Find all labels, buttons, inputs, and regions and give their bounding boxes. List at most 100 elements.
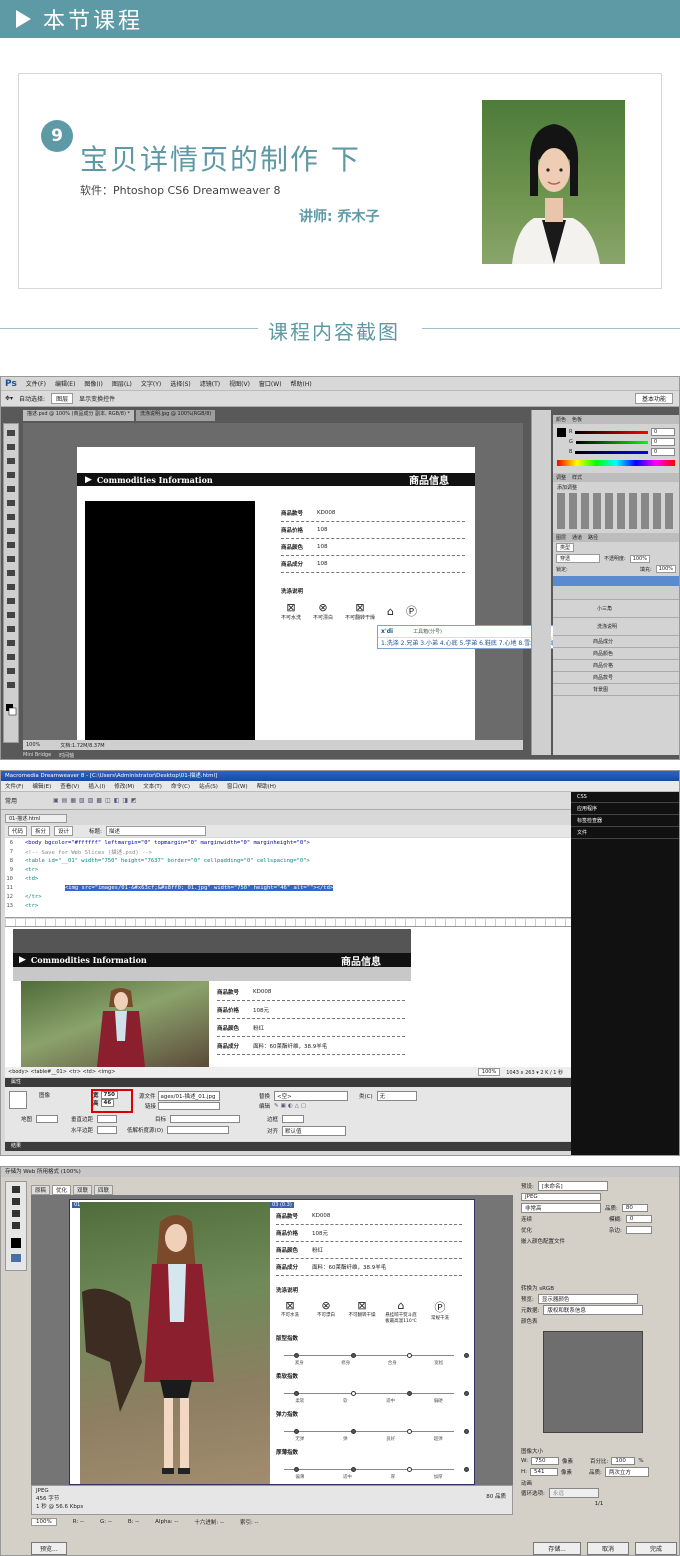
convert-srgb-checkbox[interactable]: 转换为 sRGB [521, 1284, 554, 1292]
dw-zoom[interactable]: 100% [477, 1068, 501, 1076]
split-view-button[interactable]: 拆分 [31, 826, 51, 836]
dw-menu-insert[interactable]: 插入(I) [88, 782, 105, 790]
adjust-icons[interactable] [557, 493, 675, 529]
ps-menu-window[interactable]: 窗口(W) [259, 379, 282, 388]
border-field[interactable] [282, 1115, 305, 1123]
design-view-button[interactable]: 设计 [54, 826, 74, 836]
dw-insert-icons[interactable]: ▣▤▦▧▨▩◫◧◨◩ [53, 797, 140, 804]
color-spectrum[interactable] [557, 460, 675, 466]
color-table[interactable] [543, 1331, 643, 1433]
progressive-checkbox[interactable]: 连续 [521, 1215, 605, 1223]
matte-dropdown[interactable] [625, 1225, 652, 1234]
dw-menu-edit[interactable]: 编辑(E) [32, 782, 51, 790]
height-field[interactable]: 46 [100, 1099, 115, 1107]
embed-profile-checkbox[interactable]: 嵌入颜色配置文件 [521, 1237, 565, 1245]
timeline-tab[interactable]: 时间轴 [59, 752, 74, 759]
dw-menu-view[interactable]: 查看(V) [60, 782, 79, 790]
blend-mode[interactable]: 穿透 [556, 554, 600, 563]
move-tool-icon[interactable]: ✥▾ [5, 395, 13, 402]
class-dropdown[interactable]: 无 [376, 1091, 417, 1101]
ps-menu-view[interactable]: 视图(V) [229, 379, 250, 388]
blur-field[interactable]: 0 [625, 1214, 652, 1223]
dw-design-view[interactable]: ▶ Commodities Information 商品信息 商品款号 KD008… [5, 919, 571, 1067]
layer-row[interactable]: 商品款号 [553, 672, 679, 684]
ps-menu-filter[interactable]: 滤镜(T) [200, 379, 220, 388]
dw-menu-window[interactable]: 窗口(W) [227, 782, 248, 790]
layer-row[interactable]: 商品颜色 [553, 648, 679, 660]
mini-bridge-tab[interactable]: Mini Bridge [23, 752, 51, 758]
channels-tab[interactable]: 通道 [572, 534, 582, 541]
ps-tab-active[interactable]: 描述.psd @ 100% (商品成分 副本, RGB/8) * [23, 410, 135, 421]
tab-original[interactable]: 原稿 [31, 1185, 51, 1195]
layer-filter-kind[interactable]: 类型 [556, 543, 575, 552]
layer-selected[interactable] [553, 576, 679, 586]
opacity-field[interactable]: 100% [629, 554, 650, 563]
dw-menu-file[interactable]: 文件(F) [5, 782, 23, 790]
ps-menu-layer[interactable]: 图层(L) [112, 379, 132, 388]
alt-field[interactable]: <空> [274, 1091, 349, 1101]
doc-title-input[interactable]: 描述 [105, 826, 206, 836]
tab-4up[interactable]: 四联 [94, 1185, 114, 1195]
dw-panel-css[interactable]: CSS [571, 792, 679, 803]
ps-menu-file[interactable]: 文件(F) [26, 379, 46, 388]
link-field[interactable] [158, 1102, 221, 1110]
fill-field[interactable]: 100% [655, 565, 676, 573]
dw-panel-app[interactable]: 应用程序 [571, 803, 679, 815]
show-transform-checkbox[interactable]: 显示变换控件 [79, 394, 115, 403]
format-dropdown[interactable]: JPEG [521, 1192, 601, 1201]
dw-menu-help[interactable]: 帮助(H) [257, 782, 276, 790]
dw-code-view[interactable]: 6 <body bgcolor="#ffffff" leftmargin="0" … [5, 838, 571, 918]
layer-row[interactable]: 背景图 [553, 684, 679, 696]
sfw-zoom[interactable]: 100% [31, 1518, 57, 1526]
cancel-button[interactable]: 取消 [586, 1541, 629, 1555]
metadata-dropdown[interactable]: 版权和联系信息 [543, 1304, 644, 1315]
auto-select-dropdown[interactable]: 图层 [51, 393, 74, 404]
preset-dropdown[interactable]: [未命名] [537, 1181, 608, 1191]
dw-menu-modify[interactable]: 修改(M) [114, 782, 134, 790]
layer-row[interactable]: 商品成分 [553, 636, 679, 648]
dw-insert-category[interactable]: 常用 [5, 796, 17, 805]
hspace-field[interactable] [97, 1126, 118, 1134]
tab-optimized[interactable]: 优化 [52, 1185, 72, 1195]
auto-select-label[interactable]: 自动选择: [19, 394, 45, 403]
dw-panel-files[interactable]: 文件 [571, 827, 679, 839]
layer-row[interactable]: 小三角 [553, 600, 679, 618]
ps-menu-image[interactable]: 图像(I) [84, 379, 102, 388]
target-field[interactable] [170, 1115, 241, 1123]
ps-menu-select[interactable]: 选择(S) [170, 379, 191, 388]
dw-panel-tag[interactable]: 标签检查器 [571, 815, 679, 827]
tab-2up[interactable]: 双联 [73, 1185, 93, 1195]
ps-menu-type[interactable]: 文字(Y) [141, 379, 161, 388]
done-button[interactable]: 完成 [634, 1541, 677, 1555]
dw-props-header[interactable]: 属性 [5, 1078, 571, 1087]
vspace-field[interactable] [97, 1115, 118, 1123]
resample-dropdown[interactable]: 两次立方 [604, 1466, 649, 1477]
edit-icons[interactable]: ✎▣◐△▢ [274, 1103, 308, 1109]
loop-dropdown[interactable]: 永远 [548, 1487, 599, 1498]
dw-menu-text[interactable]: 文本(T) [143, 782, 162, 790]
layer-row[interactable]: 洗涤说明 [553, 618, 679, 636]
color-tab[interactable]: 颜色 [556, 416, 566, 423]
src-field[interactable]: ages/01-描述_01.jpg [157, 1091, 220, 1101]
align-dropdown[interactable]: 默认值 [282, 1126, 347, 1136]
dw-menu-site[interactable]: 站点(S) [199, 782, 218, 790]
code-view-button[interactable]: 代码 [8, 826, 28, 836]
quality-field[interactable]: 80 [621, 1203, 648, 1212]
swatch-tab[interactable]: 色板 [572, 416, 582, 423]
style-tab[interactable]: 样式 [572, 474, 582, 481]
ps-menu-edit[interactable]: 编辑(E) [55, 379, 75, 388]
paths-tab[interactable]: 路径 [588, 534, 598, 541]
lowsrc-field[interactable] [167, 1126, 230, 1134]
optimized-checkbox[interactable]: 优化 [521, 1226, 605, 1234]
adjust-tab[interactable]: 调整 [556, 474, 566, 481]
dw-results-header[interactable]: 结果 [5, 1142, 571, 1151]
preview-dropdown[interactable]: 显示器颜色 [537, 1293, 638, 1304]
dw-doc-tab[interactable]: 01-描述.html [5, 814, 67, 823]
compression-dropdown[interactable]: 非常高 [521, 1202, 601, 1213]
preview-button[interactable]: 预览... [31, 1541, 67, 1555]
workspace-dropdown[interactable]: 基本功能 [634, 393, 673, 404]
map-field[interactable] [36, 1115, 59, 1123]
width-field[interactable]: 750 [100, 1091, 118, 1099]
sfw-width-field[interactable]: 750 [530, 1456, 559, 1465]
layers-tab[interactable]: 图层 [556, 534, 566, 541]
